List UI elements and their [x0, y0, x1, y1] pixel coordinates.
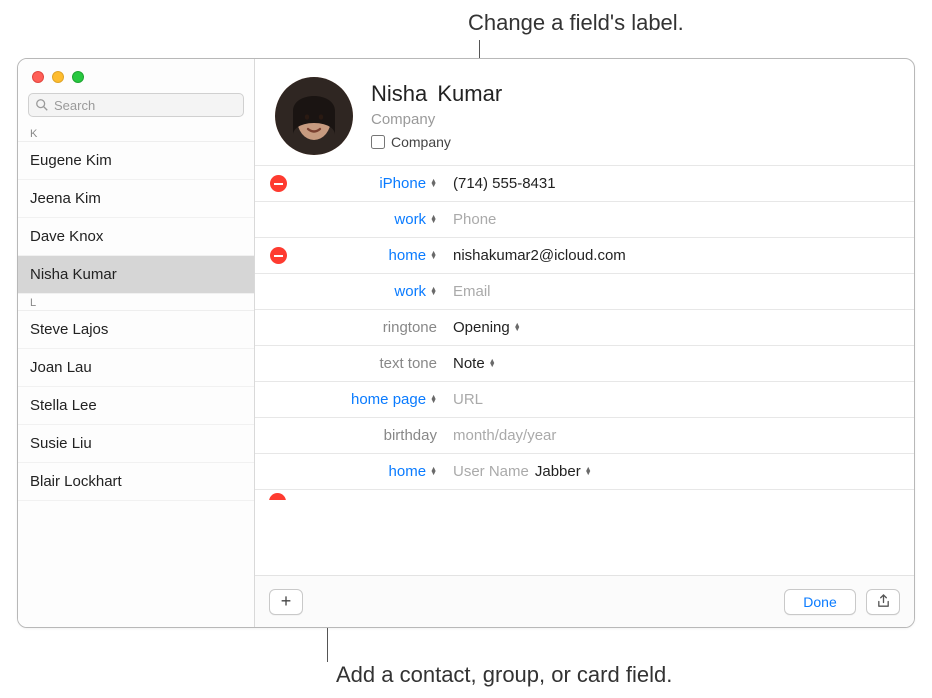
minimize-window-button[interactable] — [52, 71, 64, 83]
field-label-select[interactable]: work ▲▼ — [301, 283, 443, 300]
field-label: birthday — [384, 427, 437, 444]
contact-row[interactable]: Steve Lajos — [18, 311, 254, 349]
contact-row[interactable]: Dave Knox — [18, 218, 254, 256]
search-input[interactable]: Search — [28, 93, 244, 117]
contacts-window: Search KEugene KimJeena KimDave KnoxNish… — [17, 58, 915, 628]
field-value[interactable]: (714) 555-8431 — [443, 175, 902, 192]
contact-row[interactable]: Jeena Kim — [18, 180, 254, 218]
field-row: birthday month/day/year — [255, 418, 914, 454]
field-label[interactable]: work — [394, 211, 426, 228]
chevron-updown-icon: ▲▼ — [489, 360, 496, 368]
field-value[interactable]: month/day/year — [443, 427, 902, 444]
field-placeholder[interactable]: Email — [453, 283, 491, 300]
share-icon — [876, 594, 891, 609]
field-extra-select[interactable]: Jabber▲▼ — [535, 463, 592, 480]
field-row: iPhone ▲▼ (714) 555-8431 — [255, 166, 914, 202]
contact-row[interactable]: Stella Lee — [18, 387, 254, 425]
is-company-checkbox[interactable]: Company — [371, 134, 894, 150]
footer-toolbar: + Done — [255, 575, 914, 627]
field-value[interactable]: URL — [443, 391, 902, 408]
field-row: ringtone Opening▲▼ — [255, 310, 914, 346]
remove-field-button[interactable] — [269, 493, 286, 500]
chevron-updown-icon: ▲▼ — [430, 468, 437, 476]
field-row: work ▲▼ Phone — [255, 202, 914, 238]
chevron-updown-icon: ▲▼ — [430, 216, 437, 224]
field-label[interactable]: home — [389, 247, 427, 264]
field-value: Opening▲▼ — [443, 319, 902, 336]
contact-row[interactable]: Susie Liu — [18, 425, 254, 463]
last-name[interactable]: Kumar — [437, 81, 502, 106]
close-window-button[interactable] — [32, 71, 44, 83]
callout-change-label: Change a field's label. — [468, 10, 684, 36]
remove-field-button[interactable] — [270, 247, 287, 264]
field-label-select[interactable]: home▲▼ — [301, 247, 443, 264]
section-header: L — [18, 294, 254, 311]
field-row: home▲▼nishakumar2@icloud.com — [255, 238, 914, 274]
fields-list: iPhone▲▼(714) 555-8431work▲▼Phonehome▲▼n… — [255, 165, 914, 490]
field-value[interactable]: Email — [443, 283, 902, 300]
field-label-select[interactable]: work ▲▼ — [301, 211, 443, 228]
chevron-updown-icon: ▲▼ — [430, 396, 437, 404]
field-label-static: ringtone — [301, 319, 443, 336]
remove-field-button[interactable] — [270, 175, 287, 192]
field-label[interactable]: home page — [351, 391, 426, 408]
detail-pane: Nisha Kumar Company Company iPhone ▲▼ (714… — [255, 59, 914, 627]
field-value-select[interactable]: Note▲▼ — [453, 355, 496, 372]
contact-row[interactable]: Nisha Kumar — [18, 256, 254, 294]
search-placeholder: Search — [54, 98, 95, 113]
field-label: ringtone — [383, 319, 437, 336]
contact-list: KEugene KimJeena KimDave KnoxNisha Kumar… — [18, 125, 254, 501]
contact-row[interactable]: Blair Lockhart — [18, 463, 254, 501]
contact-header: Nisha Kumar Company Company — [255, 59, 914, 165]
done-button[interactable]: Done — [784, 589, 856, 615]
search-icon — [35, 98, 49, 112]
field-label[interactable]: home — [389, 463, 427, 480]
field-value: Note▲▼ — [443, 355, 902, 372]
add-button[interactable]: + — [269, 589, 303, 615]
chevron-updown-icon: ▲▼ — [514, 324, 521, 332]
field-placeholder[interactable]: User Name — [453, 463, 529, 480]
field-row: home page ▲▼ URL — [255, 382, 914, 418]
sidebar: Search KEugene KimJeena KimDave KnoxNish… — [18, 59, 255, 627]
avatar[interactable] — [275, 77, 353, 155]
field-label-static: birthday — [301, 427, 443, 444]
field-value[interactable]: User Name Jabber▲▼ — [443, 463, 902, 480]
field-placeholder[interactable]: Phone — [453, 211, 496, 228]
contact-row[interactable]: Eugene Kim — [18, 142, 254, 180]
field-value[interactable]: nishakumar2@icloud.com — [443, 247, 902, 264]
is-company-checkbox-input[interactable] — [371, 135, 385, 149]
field-label-select[interactable]: home page ▲▼ — [301, 391, 443, 408]
contact-row[interactable]: Joan Lau — [18, 349, 254, 387]
field-label-select[interactable]: iPhone ▲▼ — [301, 175, 443, 192]
callout-add-field: Add a contact, group, or card field. — [336, 662, 672, 688]
field-label[interactable]: iPhone — [379, 175, 426, 192]
zoom-window-button[interactable] — [72, 71, 84, 83]
company-field[interactable]: Company — [371, 111, 894, 128]
chevron-updown-icon: ▲▼ — [585, 468, 592, 476]
field-row: home▲▼User NameJabber▲▼ — [255, 454, 914, 490]
field-label-static: text tone — [301, 355, 443, 372]
first-name[interactable]: Nisha — [371, 81, 427, 106]
share-button[interactable] — [866, 589, 900, 615]
field-label: text tone — [379, 355, 437, 372]
is-company-label: Company — [391, 134, 451, 150]
contact-name[interactable]: Nisha Kumar — [371, 81, 894, 107]
field-label-select[interactable]: home▲▼ — [301, 463, 443, 480]
section-header: K — [18, 125, 254, 142]
field-placeholder[interactable]: month/day/year — [453, 427, 556, 444]
chevron-updown-icon: ▲▼ — [430, 288, 437, 296]
chevron-updown-icon: ▲▼ — [430, 180, 437, 188]
field-value-select[interactable]: Opening▲▼ — [453, 319, 521, 336]
chevron-updown-icon: ▲▼ — [430, 252, 437, 260]
field-row: work ▲▼ Email — [255, 274, 914, 310]
field-row: text tone Note▲▼ — [255, 346, 914, 382]
field-placeholder[interactable]: URL — [453, 391, 483, 408]
field-label[interactable]: work — [394, 283, 426, 300]
field-value[interactable]: Phone — [443, 211, 902, 228]
window-controls — [18, 59, 254, 87]
